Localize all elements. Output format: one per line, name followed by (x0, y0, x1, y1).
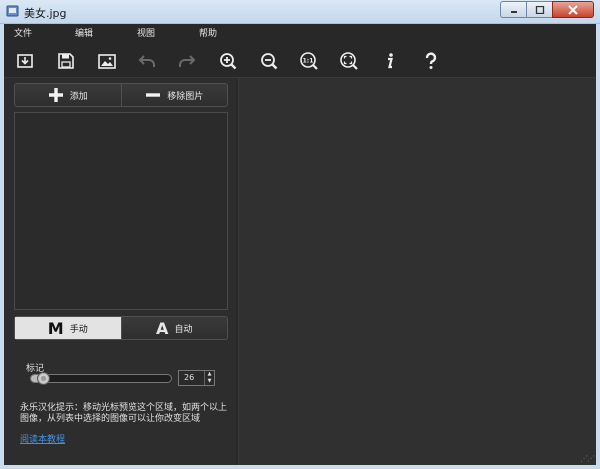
minus-icon (146, 93, 161, 97)
svg-text:1:1: 1:1 (303, 58, 314, 65)
zoom-fit-icon (340, 52, 358, 70)
toolbar: 1:1 (4, 46, 596, 76)
open-button[interactable] (13, 49, 37, 73)
remove-image-button[interactable]: 移除图片 (120, 84, 228, 106)
auto-mode-label: 自动 (174, 324, 193, 335)
menu-edit[interactable]: 编辑 (75, 24, 93, 44)
zoom-fit-button[interactable] (337, 49, 361, 73)
maximize-icon (535, 5, 544, 14)
spin-up-icon[interactable]: ▲ (205, 371, 214, 378)
save-button[interactable] (54, 49, 78, 73)
menu-bar: 文件 编辑 视图 帮助 (4, 24, 596, 44)
manual-mode-label: 手动 (69, 324, 88, 335)
image-button[interactable] (95, 49, 119, 73)
image-list[interactable] (14, 112, 228, 310)
zoom-in-icon (220, 53, 237, 70)
plus-icon (48, 88, 63, 102)
info-icon (388, 53, 393, 69)
mark-slider[interactable] (30, 372, 172, 385)
close-icon (568, 4, 578, 15)
image-icon (98, 54, 116, 69)
slider-handle[interactable] (36, 372, 50, 385)
tutorial-link[interactable]: 阅读本教程 (20, 432, 65, 445)
zoom-actual-size-icon: 1:1 (300, 52, 318, 70)
app-icon (6, 5, 19, 17)
title-bar: 美女.jpg (0, 0, 600, 24)
auto-mode-letter: A (156, 318, 169, 338)
mark-size-value[interactable]: 26 (179, 371, 204, 385)
spin-down-icon[interactable]: ▼ (205, 378, 214, 385)
open-icon (17, 54, 33, 68)
image-list-actions: 添加 移除图片 (14, 83, 228, 107)
zoom-out-button[interactable] (257, 49, 281, 73)
mark-size-spinbox[interactable]: 26 ▲ ▼ (178, 370, 215, 386)
zoom-actual-size-button[interactable]: 1:1 (297, 49, 321, 73)
menu-view[interactable]: 视图 (137, 24, 155, 44)
save-icon (58, 53, 74, 69)
minimize-icon (510, 10, 517, 13)
zoom-out-icon (261, 53, 278, 70)
add-button[interactable]: 添加 (15, 84, 121, 106)
manual-mode-letter: M (47, 318, 64, 338)
close-button[interactable] (552, 1, 594, 18)
add-label: 添加 (69, 91, 88, 102)
app-window: 文件 编辑 视图 帮助 1:1 添加 移除图片 M 手动 A 自动 标记 26 … (4, 24, 596, 465)
auto-mode-button[interactable]: A 自动 (120, 317, 228, 339)
manual-mode-button[interactable]: M 手动 (15, 317, 121, 339)
redo-button[interactable] (175, 49, 199, 73)
menu-file[interactable]: 文件 (14, 24, 32, 44)
undo-button[interactable] (135, 49, 159, 73)
maximize-button[interactable] (526, 1, 552, 18)
info-button[interactable] (378, 49, 402, 73)
menu-help[interactable]: 帮助 (199, 24, 217, 44)
help-icon (425, 52, 437, 69)
left-panel: 添加 移除图片 M 手动 A 自动 标记 26 ▲ ▼ 永乐汉化提示：移动光标预… (4, 78, 236, 465)
zoom-in-button[interactable] (216, 49, 240, 73)
resize-grip-icon[interactable]: ⋰⋰ (580, 454, 595, 463)
redo-icon (179, 55, 196, 67)
remove-image-label: 移除图片 (167, 91, 204, 102)
minimize-button[interactable] (500, 1, 526, 18)
undo-icon (138, 55, 155, 67)
mode-toggle: M 手动 A 自动 (14, 316, 228, 340)
help-button[interactable] (419, 49, 443, 73)
window-title: 美女.jpg (24, 7, 67, 20)
image-canvas[interactable]: ⋰⋰ (238, 78, 596, 465)
hint-text: 永乐汉化提示：移动光标预览这个区域，如两个以上图像，从列表中选择的图像可以让你改… (20, 403, 228, 424)
